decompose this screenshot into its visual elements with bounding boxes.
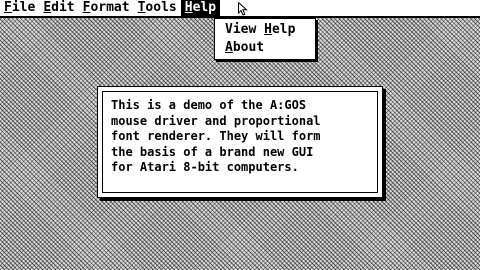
view-help-mnemonic: H <box>264 22 272 37</box>
info-dialog: This is a demo of the A:GOS mouse driver… <box>97 86 383 198</box>
menu-file[interactable]: File <box>0 0 39 16</box>
menu-format[interactable]: Format <box>79 0 134 16</box>
menu-item-view-help[interactable]: View Help <box>215 21 315 39</box>
arrow-cursor-icon <box>238 2 248 16</box>
dialog-line: font renderer. They will form <box>111 129 321 143</box>
menu-edit[interactable]: Edit <box>39 0 78 16</box>
menu-help[interactable]: Help <box>180 0 221 16</box>
menu-tools-label: ools <box>145 0 177 15</box>
about-mnemonic: A <box>225 40 233 55</box>
menu-item-about[interactable]: About <box>215 39 315 57</box>
about-suffix: bout <box>232 40 265 55</box>
view-help-suffix: elp <box>271 22 296 37</box>
view-help-prefix: View <box>225 22 265 37</box>
dialog-line: for Atari 8-bit computers. <box>111 160 299 174</box>
menu-help-mnemonic: H <box>184 0 193 15</box>
menu-file-mnemonic: F <box>4 0 12 15</box>
dialog-frame: This is a demo of the A:GOS mouse driver… <box>102 91 378 193</box>
menu-edit-mnemonic: E <box>43 0 52 15</box>
menu-help-label: elp <box>192 0 217 15</box>
menu-file-label: ile <box>11 0 36 15</box>
menu-edit-label: dit <box>51 0 75 15</box>
dialog-line: This is a demo of the A:GOS <box>111 98 307 112</box>
menu-tools[interactable]: Tools <box>134 0 181 16</box>
dialog-line: the basis of a brand new GUI <box>111 144 314 159</box>
help-dropdown: View Help About <box>214 18 316 60</box>
menu-format-label: ormat <box>90 0 130 15</box>
dialog-line: mouse driver and proportional <box>111 113 321 128</box>
